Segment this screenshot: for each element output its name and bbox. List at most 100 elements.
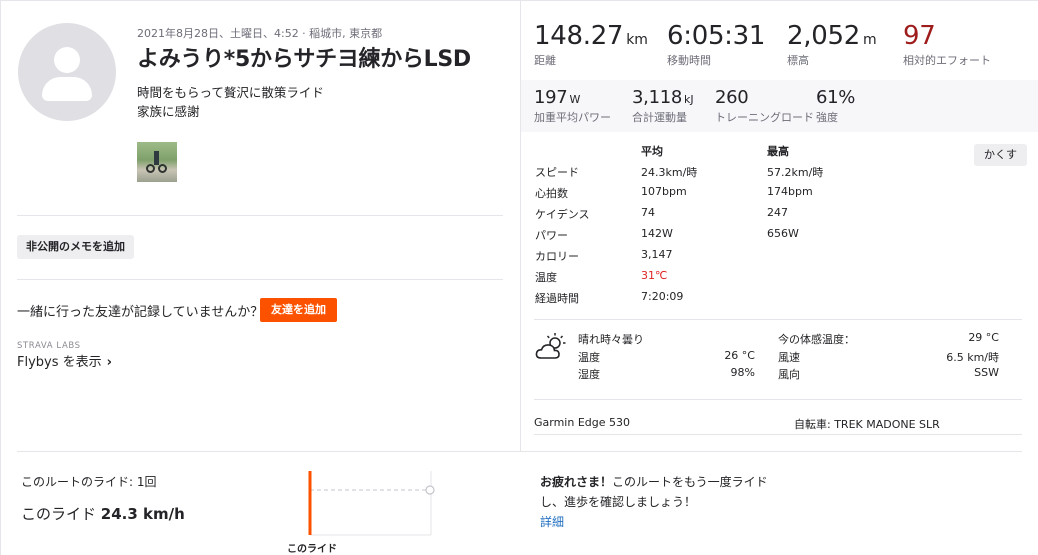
details-row-average: 7:20:09 xyxy=(641,290,684,303)
friends-question: 一緒に行った友達が記録していませんか？ xyxy=(17,305,264,320)
this-ride-speed: このライド 24.3 km/h xyxy=(21,503,185,524)
stat-value: 197 xyxy=(534,87,568,108)
route-detail-link[interactable]: 詳細 xyxy=(540,515,564,529)
weather-wind-direction-label: 風向 xyxy=(778,368,800,381)
activity-description: 時間をもらって贅沢に散策ライド 家族に感謝 xyxy=(137,83,324,121)
this-ride-label: このライド xyxy=(21,505,97,523)
weather-feels-label: 今の体感温度： xyxy=(778,333,855,346)
stat-unit: km xyxy=(626,32,648,48)
chart-this-ride-label: このライド xyxy=(287,544,337,555)
avatar-body-shape xyxy=(42,77,92,101)
congrats-heading: お疲れさま！ xyxy=(540,475,613,489)
activity-title: よみうり*5からサチヨ練からLSD xyxy=(137,47,471,72)
details-row-label: パワー xyxy=(535,229,568,242)
weather-condition: 晴れ時々曇り xyxy=(578,333,644,346)
details-row-label: 経過時間 xyxy=(535,292,579,305)
divider xyxy=(17,279,503,280)
avatar[interactable] xyxy=(18,23,116,121)
weather-wind-speed-label: 風速 xyxy=(778,351,800,364)
stat-moving-time: 6:05:31 移動時間 xyxy=(667,21,765,68)
weather-temp-label: 温度 xyxy=(578,351,600,364)
details-row-max: 174bpm xyxy=(767,185,813,198)
divider xyxy=(17,451,1022,452)
stat-label: トレーニングロード xyxy=(715,111,814,124)
this-ride-bar xyxy=(308,471,312,535)
stat-unit: m xyxy=(862,32,877,48)
photo-wheel-shape xyxy=(158,164,167,173)
details-row-max: 247 xyxy=(767,206,788,219)
stat-label: 強度 xyxy=(816,111,838,124)
photo-rider-shape xyxy=(154,151,159,165)
stat-value: 6:05:31 xyxy=(667,21,766,51)
details-row-label: カロリー xyxy=(535,250,579,263)
activity-photo-thumbnail[interactable] xyxy=(137,142,177,182)
weather-temp-value: 26 °C xyxy=(724,349,755,362)
this-ride-value: 24.3 km/h xyxy=(100,505,185,523)
details-row-average: 107bpm xyxy=(641,185,687,198)
flybys-label: Flybys を表示 xyxy=(17,355,102,370)
divider xyxy=(534,434,1022,435)
hide-details-button[interactable]: かくす xyxy=(974,144,1027,166)
weather-feels-value: 29 °C xyxy=(968,331,999,344)
stat-label: 合計運動量 xyxy=(632,111,687,124)
strava-labs-label: STRAVA LABS xyxy=(17,341,81,351)
details-row-average: 74 xyxy=(641,206,655,219)
divider xyxy=(534,399,1022,400)
details-row-average: 3,147 xyxy=(641,248,673,261)
chart-point xyxy=(425,485,435,495)
activity-page: 2021年8月28日、土曜日、4:52 · 稲城市, 東京都 よみうり*5からサ… xyxy=(0,0,1038,555)
details-row-average: 24.3km/時 xyxy=(641,166,698,179)
partly-cloudy-icon xyxy=(535,333,566,359)
stat-value: 3,118 xyxy=(632,87,683,108)
stat-training-load[interactable]: 260 トレーニングロード xyxy=(715,87,814,125)
details-row-label: スピード xyxy=(535,166,579,179)
weather-wind-direction-value: SSW xyxy=(974,366,999,379)
stat-total-work: 3,118 kJ 合計運動量 xyxy=(632,87,694,125)
description-line: 時間をもらって贅沢に散策ライド xyxy=(137,85,324,100)
details-row-average: 142W xyxy=(641,227,673,240)
stat-unit: kJ xyxy=(684,93,694,106)
details-row-label: ケイデンス xyxy=(535,208,590,221)
divider xyxy=(534,319,1022,320)
details-row-label: 温度 xyxy=(535,271,557,284)
photo-wheel-shape xyxy=(146,164,155,173)
stat-label: 標高 xyxy=(787,54,809,67)
route-ride-count: このルートのライド: 1回 xyxy=(21,475,157,489)
divider xyxy=(17,215,503,216)
stat-weighted-power: 197 W 加重平均パワー xyxy=(534,87,611,125)
details-row-average: 31℃ xyxy=(641,269,668,282)
add-friend-button[interactable]: 友達を追加 xyxy=(260,298,337,322)
bike-name[interactable]: 自転車: TREK MADONE SLR xyxy=(794,416,940,432)
stat-label: 移動時間 xyxy=(667,54,711,67)
flybys-link[interactable]: Flybys を表示 › xyxy=(17,351,112,370)
column-header-max: 最高 xyxy=(767,145,789,158)
column-header-average: 平均 xyxy=(641,145,663,158)
chevron-right-icon: › xyxy=(106,355,112,370)
details-row-label: 心拍数 xyxy=(535,187,568,200)
stat-intensity[interactable]: 61% 強度 xyxy=(816,87,855,125)
stat-relative-effort[interactable]: 97 相対的エフォート xyxy=(903,21,991,68)
details-row-max: 57.2km/時 xyxy=(767,166,824,179)
stat-value: 61% xyxy=(816,87,856,108)
device-name: Garmin Edge 530 xyxy=(534,416,631,429)
stat-value: 97 xyxy=(903,21,936,51)
add-private-note-button[interactable]: 非公開のメモを追加 xyxy=(17,235,134,259)
stat-label: 相対的エフォート xyxy=(903,54,991,67)
stat-elevation: 2,052 m 標高 xyxy=(787,21,877,68)
weather-humidity-value: 98% xyxy=(730,366,755,379)
stat-value: 148.27 xyxy=(534,21,624,51)
avatar-head-shape xyxy=(54,47,80,73)
details-row-max: 656W xyxy=(767,227,799,240)
stat-distance: 148.27 km 距離 xyxy=(534,21,648,68)
weather-humidity-label: 湿度 xyxy=(578,368,600,381)
description-line: 家族に感謝 xyxy=(137,104,200,119)
column-divider xyxy=(520,1,521,451)
stat-value: 260 xyxy=(715,87,749,108)
stat-label: 距離 xyxy=(534,54,556,67)
stat-value: 2,052 xyxy=(787,21,860,51)
stat-label: 加重平均パワー xyxy=(534,111,611,124)
weather-wind-speed-value: 6.5 km/時 xyxy=(946,351,999,364)
activity-meta: 2021年8月28日、土曜日、4:52 · 稲城市, 東京都 xyxy=(137,27,383,40)
stat-unit: W xyxy=(569,93,581,106)
route-congrats-message: お疲れさま！このルートをもう一度ライドし、進歩を確認しましょう！ 詳細 xyxy=(540,472,770,532)
